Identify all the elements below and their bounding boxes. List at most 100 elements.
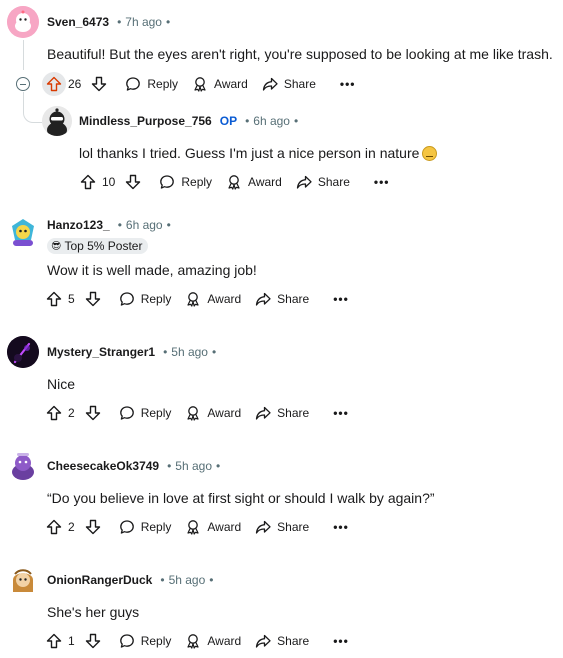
- reply-button[interactable]: Reply: [119, 291, 171, 307]
- username[interactable]: Sven_6473: [47, 15, 109, 29]
- vote-count: 2: [68, 406, 75, 420]
- share-label: Share: [283, 77, 316, 91]
- downvote-button[interactable]: [81, 287, 105, 311]
- comment-header: Sven_6473 • 7h ago •: [47, 12, 170, 32]
- downvote-button[interactable]: [81, 629, 105, 653]
- avatar[interactable]: [42, 106, 72, 136]
- vote-count: 5: [68, 292, 75, 306]
- comment-bubble-icon: [119, 292, 134, 306]
- downvote-button[interactable]: [81, 401, 105, 425]
- comment-header: Mystery_Stranger1 • 5h ago •: [47, 342, 216, 362]
- more-options-icon: •••: [333, 292, 349, 306]
- downvote-icon: [85, 405, 100, 421]
- username[interactable]: OnionRangerDuck: [47, 573, 152, 587]
- downvote-button[interactable]: [121, 170, 145, 194]
- timestamp[interactable]: 7h ago: [125, 15, 162, 29]
- comment-text: Beautiful! But the eyes aren't right, yo…: [47, 46, 553, 62]
- username[interactable]: Mystery_Stranger1: [47, 345, 155, 359]
- award-button[interactable]: Award: [185, 291, 241, 307]
- upvote-button[interactable]: [42, 72, 66, 96]
- reply-button[interactable]: Reply: [119, 405, 172, 421]
- separator-dot: •: [211, 345, 217, 359]
- comment-bubble-icon: [126, 77, 141, 91]
- upvote-button[interactable]: [42, 515, 66, 539]
- timestamp[interactable]: 5h ago: [171, 345, 208, 359]
- reply-button[interactable]: Reply: [119, 519, 171, 535]
- downvote-button[interactable]: [87, 72, 111, 96]
- upvote-button[interactable]: [42, 629, 66, 653]
- avatar[interactable]: [7, 336, 39, 368]
- share-button[interactable]: Share: [296, 174, 350, 190]
- upvote-icon: [46, 291, 62, 307]
- share-label: Share: [277, 292, 310, 306]
- reply-button[interactable]: Reply: [125, 76, 178, 92]
- vote-count: 26: [68, 77, 82, 91]
- more-options-icon: •••: [339, 77, 356, 91]
- flair-label: Top 5% Poster: [64, 239, 143, 253]
- comment-actions: 5 Reply Award Share •••: [42, 285, 349, 313]
- avatar[interactable]: [7, 216, 39, 248]
- award-label: Award: [214, 77, 248, 91]
- upvote-button[interactable]: [42, 401, 66, 425]
- share-button[interactable]: Share: [255, 405, 309, 421]
- more-options-icon: •••: [333, 634, 349, 648]
- share-icon: [256, 520, 271, 534]
- op-badge: OP: [219, 114, 238, 128]
- separator-dot: •: [245, 114, 250, 128]
- award-button[interactable]: Award: [185, 633, 241, 649]
- reply-label: Reply: [140, 406, 172, 420]
- more-options-button[interactable]: •••: [333, 520, 349, 534]
- upvote-icon: [46, 405, 62, 421]
- more-options-button[interactable]: •••: [333, 292, 349, 306]
- share-button[interactable]: Share: [255, 633, 309, 649]
- award-button[interactable]: Award: [226, 174, 282, 190]
- separator-dot: •: [166, 218, 171, 232]
- more-options-button[interactable]: •••: [374, 175, 390, 189]
- share-button[interactable]: Share: [255, 519, 309, 535]
- upvote-icon: [46, 633, 62, 649]
- username[interactable]: CheesecakeOk3749: [47, 459, 159, 473]
- separator-dot: •: [117, 15, 122, 29]
- share-button[interactable]: Share: [262, 76, 316, 92]
- award-icon: [187, 406, 199, 421]
- award-label: Award: [207, 520, 242, 534]
- reply-button[interactable]: Reply: [159, 174, 212, 190]
- upvote-button[interactable]: [76, 170, 100, 194]
- reply-button[interactable]: Reply: [119, 633, 171, 649]
- avatar[interactable]: [7, 6, 39, 38]
- downvote-button[interactable]: [81, 515, 105, 539]
- award-icon: [187, 634, 199, 649]
- timestamp[interactable]: 6h ago: [126, 218, 163, 232]
- share-button[interactable]: Share: [255, 291, 309, 307]
- comment-header: Hanzo123_ • 6h ago •: [47, 215, 171, 235]
- timestamp[interactable]: 6h ago: [253, 114, 290, 128]
- comment-text: Wow it is well made, amazing job!: [47, 262, 257, 278]
- more-options-button[interactable]: •••: [333, 406, 349, 420]
- avatar[interactable]: [7, 450, 39, 482]
- comment-text: Nice: [47, 376, 76, 392]
- thread-line: [23, 40, 24, 70]
- sunglasses-emoji-icon: 😎: [51, 240, 62, 252]
- username[interactable]: Hanzo123_: [47, 218, 110, 232]
- award-button[interactable]: Award: [185, 405, 241, 421]
- separator-dot: •: [209, 573, 214, 587]
- timestamp[interactable]: 5h ago: [175, 459, 212, 473]
- award-icon: [187, 292, 199, 307]
- award-button[interactable]: Award: [185, 519, 241, 535]
- vote-count: 1: [68, 634, 75, 648]
- comment-header: Mindless_Purpose_756 OP • 6h ago •: [79, 111, 298, 131]
- comment-text: lol thanks I tried. Guess I'm just a nic…: [79, 144, 438, 162]
- avatar[interactable]: [7, 564, 39, 596]
- comment-text: “Do you believe in love at first sight o…: [47, 490, 435, 506]
- share-label: Share: [277, 406, 310, 420]
- collapse-thread-button[interactable]: [16, 77, 30, 91]
- more-options-button[interactable]: •••: [340, 77, 356, 91]
- upvote-button[interactable]: [42, 287, 66, 311]
- downvote-icon: [85, 291, 100, 307]
- award-button[interactable]: Award: [192, 76, 248, 92]
- timestamp[interactable]: 5h ago: [169, 573, 206, 587]
- username[interactable]: Mindless_Purpose_756: [79, 114, 212, 128]
- more-options-button[interactable]: •••: [333, 634, 349, 648]
- comment-bubble-icon: [160, 175, 175, 189]
- comment-header: OnionRangerDuck • 5h ago •: [47, 570, 213, 590]
